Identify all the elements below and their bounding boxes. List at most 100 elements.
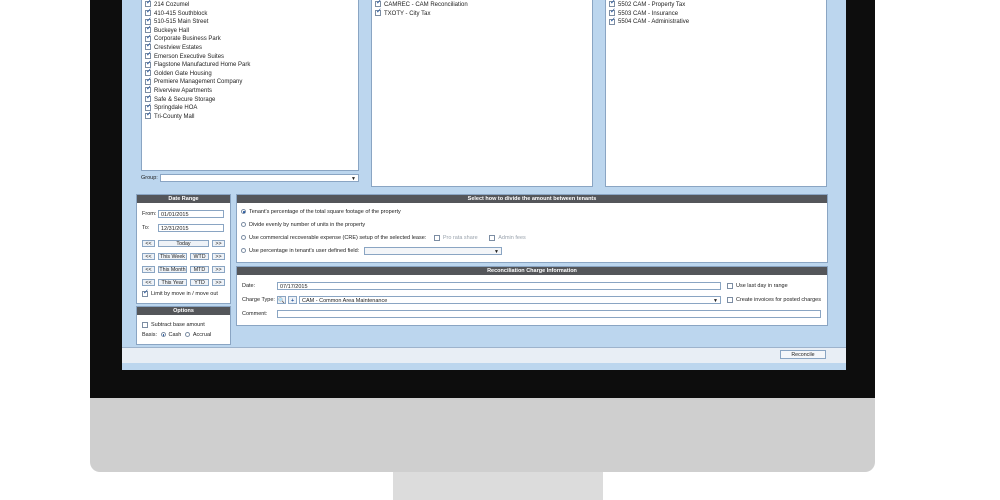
list-item[interactable]: 5502 CAM - Property Tax (606, 0, 826, 10)
from-date-input[interactable]: 01/01/2015 (158, 210, 224, 218)
list-item[interactable]: 410-415 Southblock (142, 8, 358, 19)
item-checkbox[interactable] (145, 8, 152, 17)
divide-option-cre[interactable]: Use commercial recoverable expense (CRE)… (241, 234, 526, 242)
mtd-button[interactable]: MTD (190, 266, 209, 273)
item-checkbox[interactable] (145, 51, 152, 60)
list-item[interactable]: Emerson Executive Suites (142, 51, 358, 62)
options-header: Options (137, 307, 230, 315)
footer-bar (122, 347, 846, 363)
item-checkbox[interactable] (145, 17, 152, 25)
item-checkbox[interactable] (375, 0, 382, 8)
gl-account-list: 5502 CAM - Property Tax 5503 CAM - Insura… (605, 0, 827, 187)
recon-charge-group: Reconciliation Charge Information Date: … (236, 266, 828, 326)
item-label: CAMREC - CAM Reconciliation (384, 2, 468, 8)
prev-week-button[interactable]: << (142, 253, 155, 260)
next-month-button[interactable]: >> (212, 266, 225, 273)
item-checkbox[interactable] (145, 68, 152, 77)
list-item[interactable]: Golden Gate Housing (142, 68, 358, 79)
units-radio[interactable] (241, 222, 246, 228)
list-item[interactable]: Flagstone Manufactured Home Park (142, 60, 358, 70)
next-week-button[interactable]: >> (212, 253, 225, 260)
item-checkbox[interactable] (609, 17, 616, 25)
add-icon[interactable]: + (288, 296, 297, 304)
prev-year-button[interactable]: << (142, 279, 155, 286)
prev-month-button[interactable]: << (142, 266, 155, 273)
list-item[interactable]: TXOTY - City Tax (372, 8, 592, 19)
list-item[interactable]: Tri-County Mall (142, 111, 358, 122)
group-select[interactable]: ▼ (160, 174, 359, 182)
last-day-checkbox[interactable] (727, 282, 733, 289)
basis-row: Basis: Cash Accrual (142, 331, 211, 339)
item-checkbox[interactable] (145, 94, 152, 103)
item-checkbox[interactable] (145, 111, 152, 120)
prev-day-button[interactable]: << (142, 240, 155, 247)
subtract-base-checkbox[interactable] (142, 321, 148, 328)
list-item[interactable]: 510-515 Main Street (142, 17, 358, 27)
item-checkbox[interactable] (145, 60, 152, 68)
item-checkbox[interactable] (609, 8, 616, 17)
accrual-label: Accrual (192, 332, 212, 338)
list-item[interactable]: Buckeye Hall (142, 25, 358, 36)
pro-rata-checkbox[interactable] (433, 234, 440, 241)
search-icon[interactable]: 🔍 (277, 296, 286, 304)
comment-input[interactable] (277, 310, 821, 318)
item-checkbox[interactable] (145, 103, 152, 111)
charge-date-input[interactable]: 07/17/2015 (277, 282, 721, 290)
item-checkbox[interactable] (375, 8, 382, 17)
item-label: Tri-County Mall (154, 113, 195, 120)
date-range-group: Date Range From: 01/01/2015 To: 12/31/20… (136, 194, 231, 304)
accrual-radio[interactable] (184, 332, 190, 338)
item-checkbox[interactable] (145, 85, 152, 94)
last-day-option[interactable]: Use last day in range (727, 282, 788, 290)
item-checkbox[interactable] (145, 0, 152, 8)
limit-move-in-option[interactable]: Limit by move in / move out (142, 289, 218, 298)
list-item[interactable]: Corporate Business Park (142, 34, 358, 44)
item-label: Riverview Apartments (154, 87, 213, 94)
cre-radio[interactable] (241, 235, 246, 241)
list-item[interactable]: 214 Cozumel (142, 0, 358, 10)
divide-option-udf[interactable]: Use percentage in tenant's user defined … (241, 247, 359, 255)
wtd-button[interactable]: WTD (190, 253, 209, 260)
cash-radio[interactable] (160, 332, 166, 338)
list-item[interactable]: CAMREC - CAM Reconciliation (372, 0, 592, 10)
list-item[interactable]: Crestview Estates (142, 42, 358, 53)
udf-select[interactable]: ▼ (364, 247, 502, 255)
create-invoices-checkbox[interactable] (727, 296, 733, 303)
to-date-input[interactable]: 12/31/2015 (158, 224, 224, 232)
list-item[interactable]: Premiere Management Company (142, 77, 358, 87)
divide-option-sqft[interactable]: Tenant's percentage of the total square … (241, 208, 401, 216)
admin-fees-checkbox[interactable] (489, 234, 496, 241)
udf-radio[interactable] (241, 248, 246, 254)
this-week-button[interactable]: This Week (158, 253, 187, 260)
divide-option-units[interactable]: Divide evenly by number of units in the … (241, 221, 365, 229)
item-checkbox[interactable] (145, 25, 152, 34)
ytd-button[interactable]: YTD (190, 279, 209, 286)
reconcile-button[interactable]: Reconcile (780, 350, 826, 359)
pro-rata-label: Pro rata share (442, 235, 478, 241)
list-item[interactable]: Riverview Apartments (142, 85, 358, 96)
this-year-button[interactable]: This Year (158, 279, 187, 286)
subtract-base-option[interactable]: Subtract base amount (142, 321, 205, 329)
sqft-radio[interactable] (241, 209, 246, 215)
units-label: Divide evenly by number of units in the … (249, 222, 366, 228)
item-checkbox[interactable] (145, 77, 152, 85)
item-checkbox[interactable] (145, 34, 152, 42)
list-item[interactable]: Safe & Secure Storage (142, 94, 358, 105)
this-month-button[interactable]: This Month (158, 266, 187, 273)
create-invoices-option[interactable]: Create invoices for posted charges (727, 296, 821, 304)
list-item[interactable]: Springdale HOA (142, 103, 358, 113)
list-item[interactable]: 5504 CAM - Administrative (606, 17, 826, 27)
charge-type-select[interactable]: CAM - Common Area Maintenance ▼ (299, 296, 721, 304)
group-label: Group: (141, 175, 158, 181)
item-checkbox[interactable] (145, 42, 152, 51)
cre-label: Use commercial recoverable expense (CRE)… (249, 235, 427, 241)
today-button[interactable]: Today (158, 240, 209, 247)
next-year-button[interactable]: >> (212, 279, 225, 286)
limit-move-in-checkbox[interactable] (142, 289, 149, 297)
property-list: 214 Cozumel 410-415 Southblock 510-515 Mai… (141, 0, 359, 171)
item-checkbox[interactable] (609, 0, 616, 8)
list-item[interactable]: 5503 CAM - Insurance (606, 8, 826, 19)
next-day-button[interactable]: >> (212, 240, 225, 247)
item-label: 510-515 Main Street (154, 19, 209, 26)
item-label: Corporate Business Park (154, 36, 221, 43)
